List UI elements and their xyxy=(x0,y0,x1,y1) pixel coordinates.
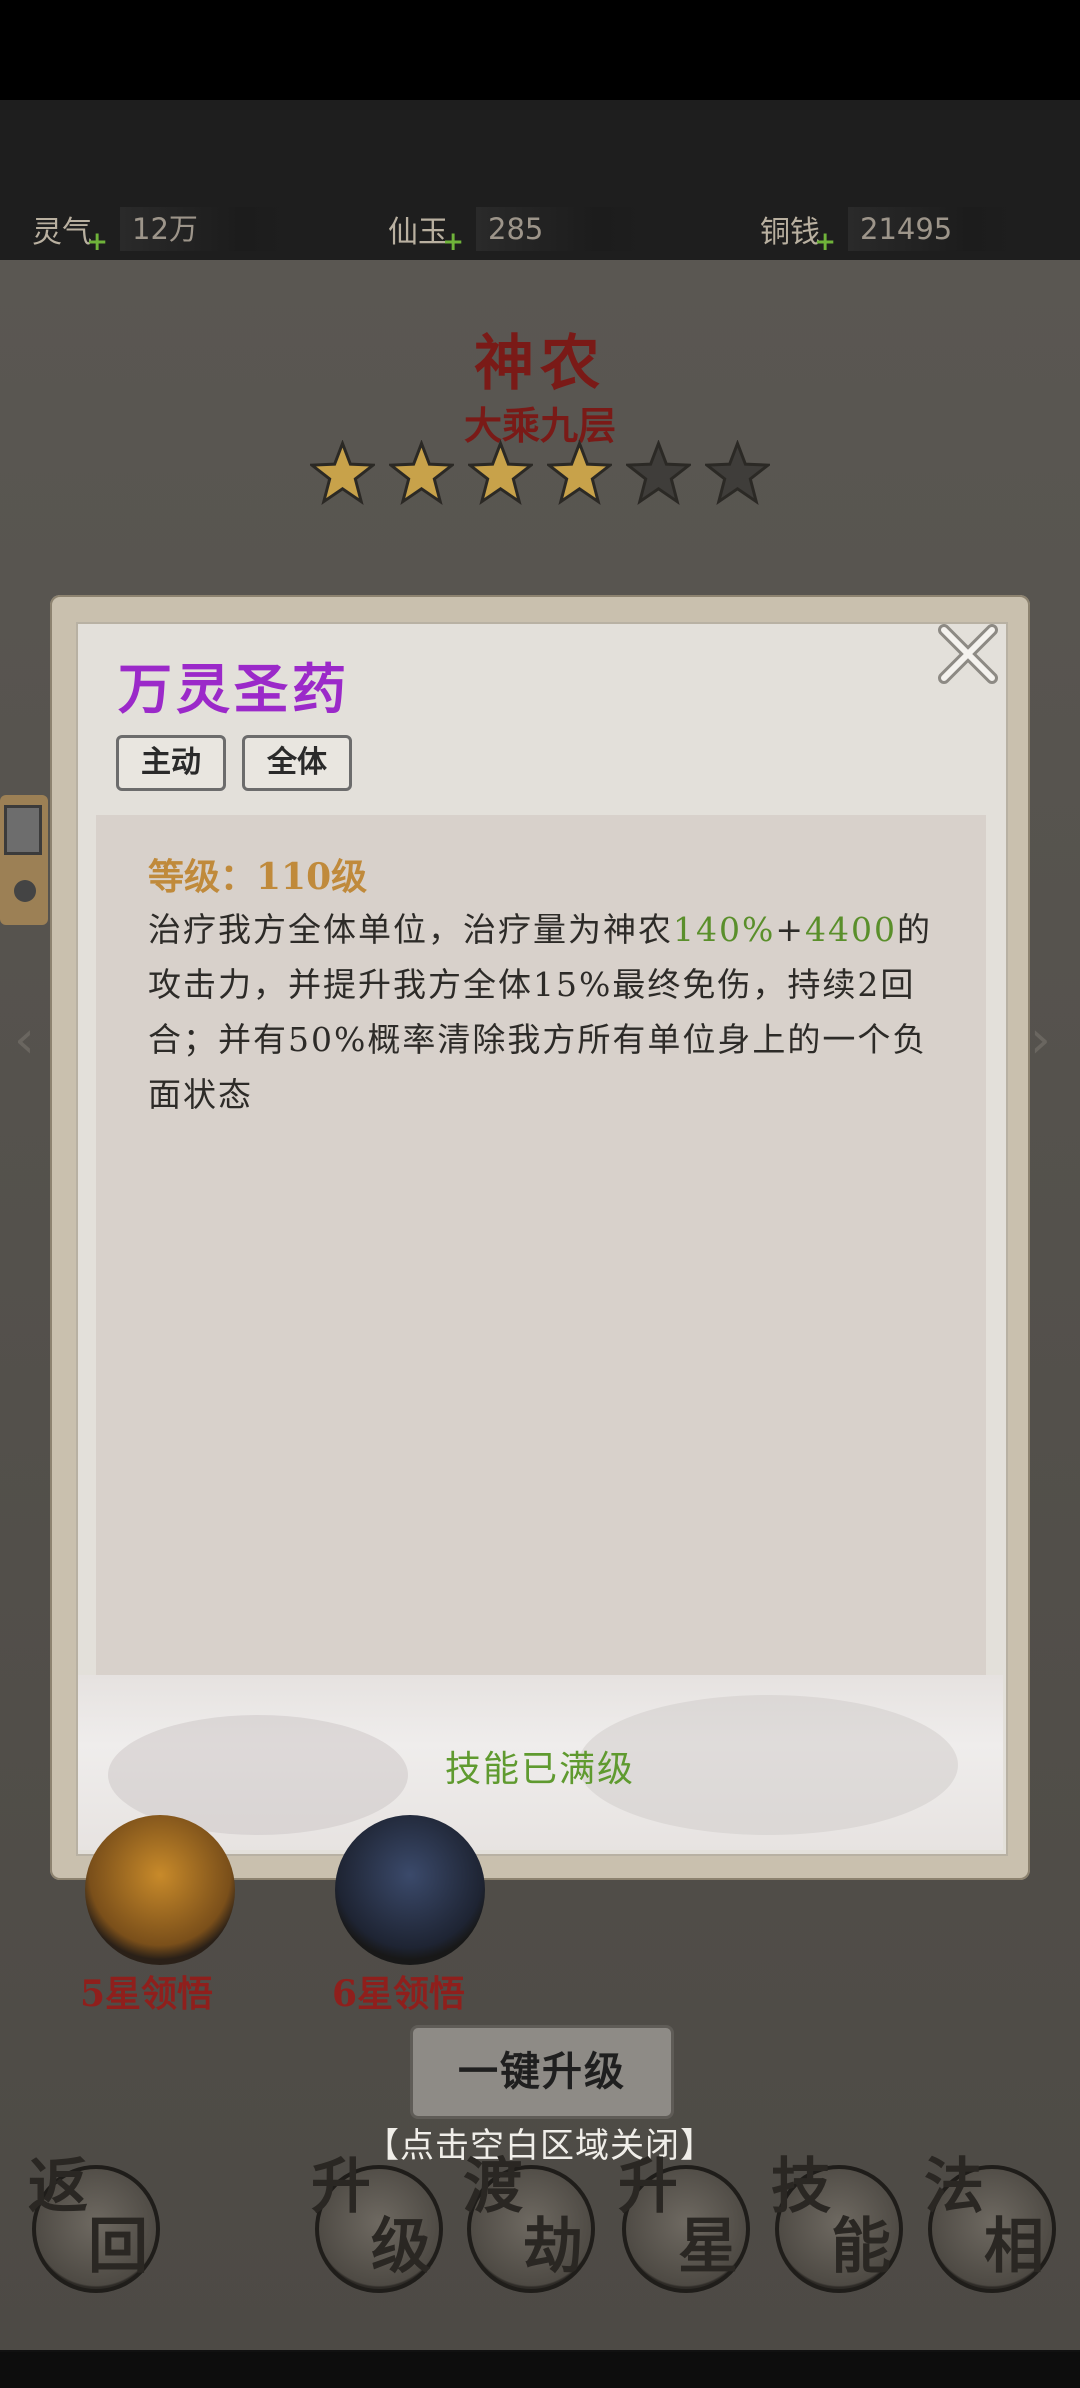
dharma-form-button[interactable]: 法 相 xyxy=(924,2157,1056,2293)
hero-name: 神农 xyxy=(474,329,606,399)
nav-char: 升 xyxy=(311,2152,371,2222)
nav-char: 星 xyxy=(678,2212,738,2282)
nav-char: 渡 xyxy=(463,2152,523,2222)
slot-gem-icon xyxy=(14,880,36,902)
nav-char: 技 xyxy=(771,2152,831,2222)
close-icon xyxy=(938,624,998,684)
resource-lingqi: 灵气 + 12万 xyxy=(32,200,292,258)
close-button[interactable] xyxy=(936,622,1000,686)
star-empty-icon xyxy=(705,440,770,506)
skills-button[interactable]: 技 能 xyxy=(771,2157,903,2293)
resource-tongqian: 铜钱 + 21495 xyxy=(760,200,1020,258)
star-filled-icon xyxy=(310,440,375,506)
slot-frame-icon xyxy=(4,805,42,855)
tribulation-button[interactable]: 渡 劫 xyxy=(463,2157,595,2293)
resource-value: 21495 xyxy=(848,207,1020,251)
skill-orb-6star[interactable] xyxy=(335,1815,485,1965)
resource-label: 铜钱 + xyxy=(760,215,836,257)
status-bar xyxy=(0,0,1080,100)
side-equipment-slot[interactable] xyxy=(0,795,48,925)
star-rating xyxy=(310,440,770,520)
nav-char: 级 xyxy=(371,2212,431,2282)
level-up-button[interactable]: 升 级 xyxy=(311,2157,443,2293)
desc-text: 治疗我方全体单位，治疗量为神农 xyxy=(148,910,673,949)
skill-description: 治疗我方全体单位，治疗量为神农140%+4400的攻击力，并提升我方全体15%最… xyxy=(148,902,938,1122)
desc-highlight-percent: 140% xyxy=(673,910,776,949)
skill-level: 等级：110级 xyxy=(148,856,368,898)
skill-tag-type: 主动 xyxy=(116,735,226,791)
star-filled-icon xyxy=(547,440,612,506)
plus-icon[interactable]: + xyxy=(814,227,836,257)
resource-label: 仙玉 + xyxy=(388,215,464,257)
star-empty-icon xyxy=(626,440,691,506)
next-arrow-icon[interactable]: › xyxy=(1030,1010,1051,1070)
resource-value: 285 xyxy=(476,207,648,251)
skill-orb-5star[interactable] xyxy=(85,1815,235,1965)
prev-arrow-icon[interactable]: ‹ xyxy=(14,1010,35,1070)
nav-char: 返 xyxy=(28,2152,88,2222)
orb-label: 6星领悟 xyxy=(332,1973,466,2015)
star-filled-icon xyxy=(468,440,533,506)
back-button[interactable]: 返 回 xyxy=(28,2157,160,2293)
skill-tag-target: 全体 xyxy=(242,735,352,791)
resource-value: 12万 xyxy=(120,207,292,251)
close-hint: 【点击空白区域关闭】 xyxy=(365,2126,715,2166)
star-up-button[interactable]: 升 星 xyxy=(618,2157,750,2293)
one-click-upgrade-button[interactable]: 一键升级 xyxy=(410,2025,674,2119)
bottom-bar xyxy=(0,2352,1080,2388)
max-level-status: 技能已满级 xyxy=(444,1749,635,1790)
resource-label: 灵气 + xyxy=(32,215,108,257)
nav-char: 升 xyxy=(618,2152,678,2222)
nav-char: 回 xyxy=(88,2212,148,2282)
orb-label: 5星领悟 xyxy=(80,1973,214,2015)
nav-char: 法 xyxy=(924,2152,984,2222)
nav-char: 劫 xyxy=(523,2212,583,2282)
nav-char: 相 xyxy=(984,2212,1044,2282)
desc-highlight-flat: 4400 xyxy=(805,910,897,949)
skill-name: 万灵圣药 xyxy=(118,657,350,721)
star-filled-icon xyxy=(389,440,454,506)
desc-plus: + xyxy=(775,910,805,949)
plus-icon[interactable]: + xyxy=(86,227,108,257)
nav-char: 能 xyxy=(831,2212,891,2282)
plus-icon[interactable]: + xyxy=(442,227,464,257)
resource-xianyu: 仙玉 + 285 xyxy=(388,200,648,258)
